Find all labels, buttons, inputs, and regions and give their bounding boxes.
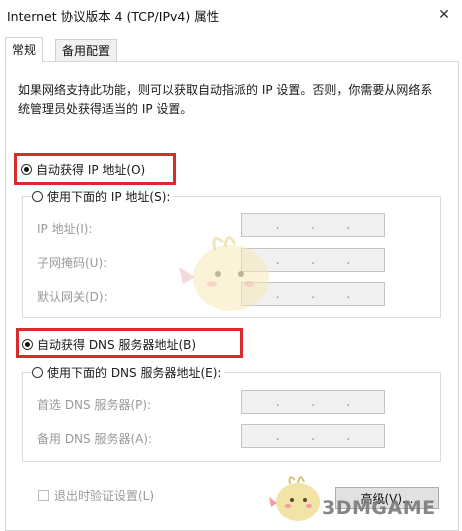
auto-dns-label: 自动获得 DNS 服务器地址(B): [37, 338, 197, 352]
validate-settings-checkbox[interactable]: 退出时验证设置(L): [38, 487, 154, 504]
radio-dot-icon[interactable]: [22, 339, 33, 350]
radio-manual-ip[interactable]: 使用下面的 IP 地址(S):: [32, 188, 174, 205]
close-button[interactable]: ✕: [426, 0, 462, 30]
tab-strip: 常规 备用配置: [0, 30, 462, 62]
mascot-watermark-icon: [179, 236, 269, 311]
manual-ip-label: 使用下面的 IP 地址(S):: [47, 190, 171, 204]
mascot-small-icon: [269, 476, 320, 521]
radio-dot-icon[interactable]: [21, 164, 32, 175]
ip-address-label: IP 地址(I):: [37, 222, 93, 236]
auto-ip-label: 自动获得 IP 地址(O): [36, 163, 146, 177]
radio-manual-dns[interactable]: 使用下面的 DNS 服务器地址(E):: [32, 364, 225, 381]
radio-auto-dns[interactable]: 自动获得 DNS 服务器地址(B): [22, 336, 196, 353]
description-text: 如果网络支持此功能，则可以获取自动指派的 IP 设置。否则，你需要从网络系统管理…: [18, 83, 433, 116]
manual-dns-label: 使用下面的 DNS 服务器地址(E):: [47, 366, 222, 380]
tab-general[interactable]: 常规: [5, 37, 44, 62]
window-title: Internet 协议版本 4 (TCP/IPv4) 属性: [7, 9, 220, 24]
radio-circle-icon[interactable]: [32, 367, 43, 378]
checkbox-icon[interactable]: [38, 490, 49, 501]
radio-circle-icon[interactable]: [32, 191, 43, 202]
close-icon: ✕: [438, 7, 450, 23]
radio-auto-ip[interactable]: 自动获得 IP 地址(O): [21, 161, 145, 178]
alternate-dns-field[interactable]: ...: [241, 424, 385, 448]
preferred-dns-field[interactable]: ...: [241, 390, 385, 414]
tab-alternate-config[interactable]: 备用配置: [55, 39, 118, 62]
watermark-brand: 3DMGAME: [322, 497, 436, 519]
alternate-dns-label: 备用 DNS 服务器(A):: [37, 432, 153, 446]
preferred-dns-label: 首选 DNS 服务器(P):: [37, 398, 152, 412]
title-bar: Internet 协议版本 4 (TCP/IPv4) 属性 ✕: [0, 0, 462, 30]
subnet-mask-label: 子网掩码(U):: [37, 256, 108, 270]
manual-dns-group: [22, 372, 441, 462]
default-gateway-label: 默认网关(D):: [37, 290, 108, 304]
validate-settings-label: 退出时验证设置(L): [54, 489, 155, 503]
